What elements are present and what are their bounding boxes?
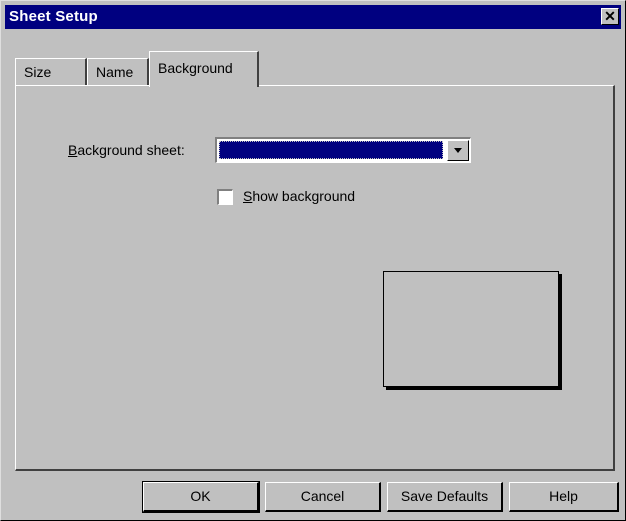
show-background-checkbox[interactable] xyxy=(217,189,233,205)
tab-size[interactable]: Size xyxy=(15,58,87,85)
close-button[interactable]: ✕ xyxy=(601,8,619,25)
tab-name[interactable]: Name xyxy=(87,58,149,85)
background-preview xyxy=(383,271,559,387)
tab-name-label: Name xyxy=(96,64,134,80)
ok-button[interactable]: OK xyxy=(142,481,260,513)
tab-background-label: Background xyxy=(158,60,233,76)
background-sheet-value xyxy=(219,141,443,159)
tab-background[interactable]: Background xyxy=(149,51,259,87)
window-title: Sheet Setup xyxy=(9,8,98,25)
save-defaults-button[interactable]: Save Defaults xyxy=(387,482,503,512)
sheet-setup-dialog: Sheet Setup ✕ Size Name Background Backg… xyxy=(0,0,626,521)
background-sheet-select[interactable] xyxy=(215,137,471,163)
background-sheet-label: Background sheet: xyxy=(68,142,185,158)
title-bar[interactable]: Sheet Setup ✕ xyxy=(5,5,621,29)
chevron-down-icon xyxy=(454,148,462,153)
show-background-label[interactable]: Show background xyxy=(243,188,355,204)
cancel-button[interactable]: Cancel xyxy=(265,482,381,512)
tab-size-label: Size xyxy=(24,64,52,80)
dropdown-button[interactable] xyxy=(447,140,469,161)
help-button[interactable]: Help xyxy=(509,482,619,512)
close-icon: ✕ xyxy=(604,8,616,24)
